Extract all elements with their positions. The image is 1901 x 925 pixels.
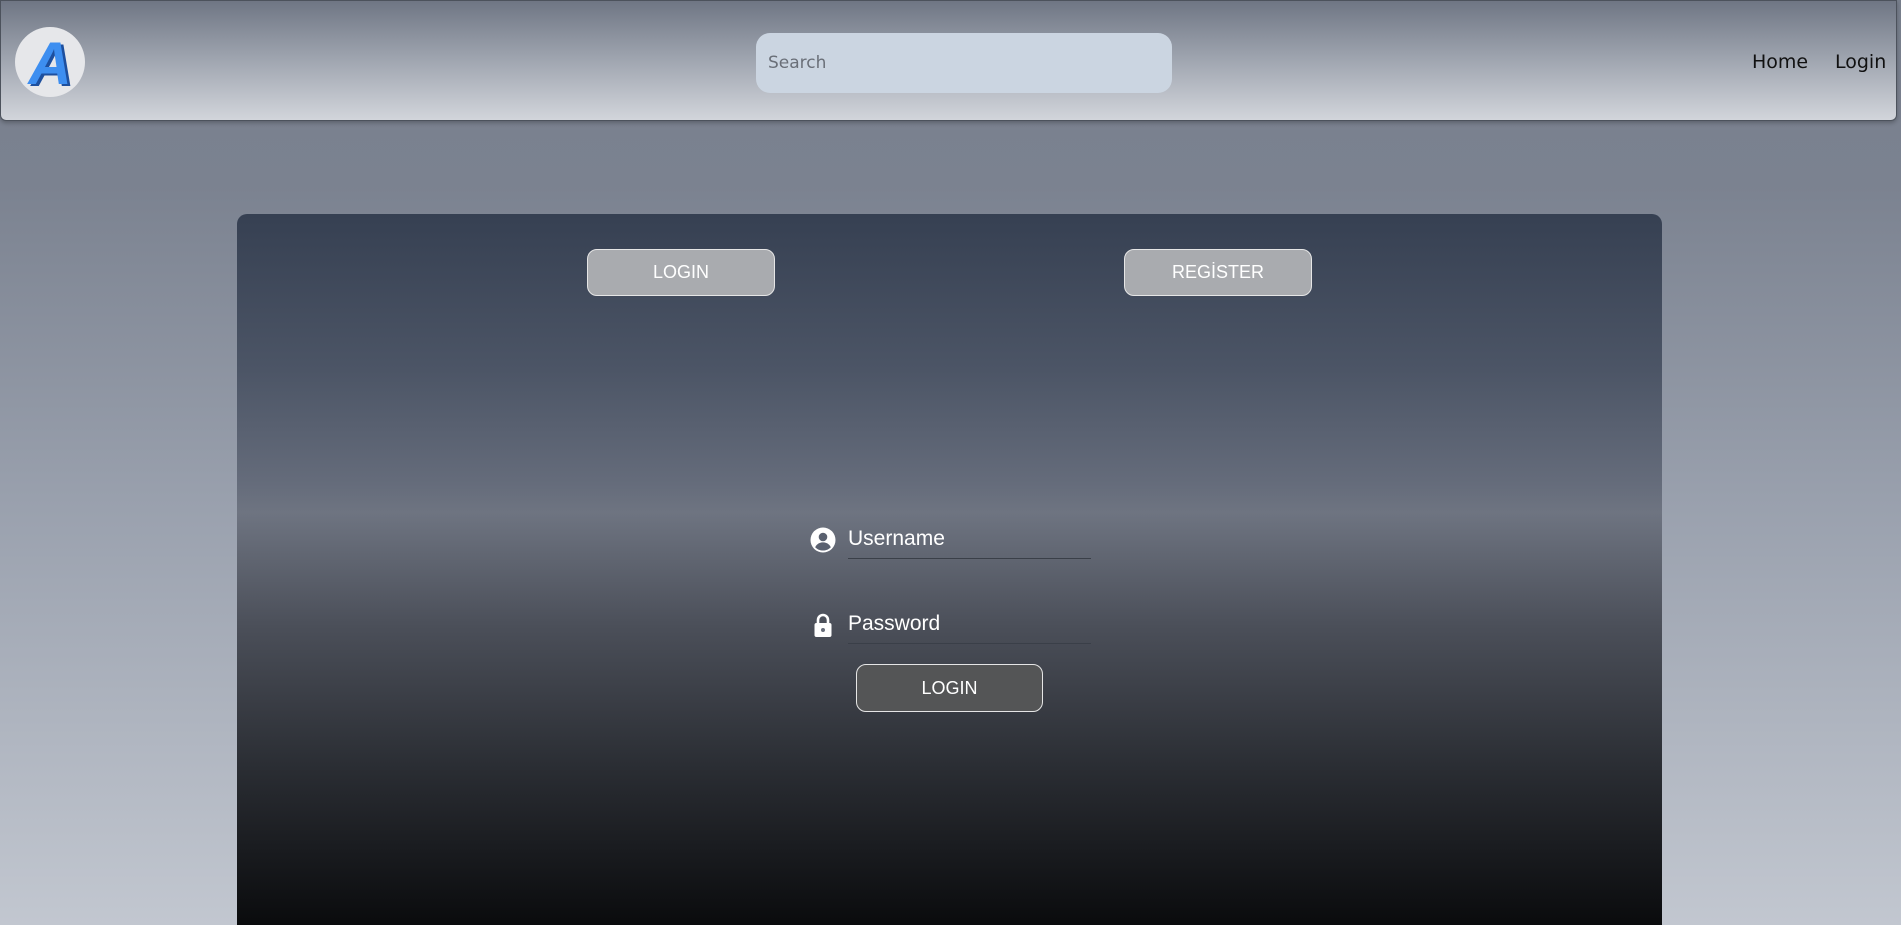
- nav-home-link[interactable]: Home: [1752, 51, 1808, 73]
- nav-login-link[interactable]: Login: [1835, 51, 1886, 73]
- top-navbar: A A Home Login: [0, 0, 1897, 121]
- username-input[interactable]: [848, 519, 1091, 559]
- login-submit-button[interactable]: LOGIN: [856, 664, 1043, 712]
- password-field: [810, 604, 1110, 644]
- lock-icon: [814, 613, 832, 637]
- auth-panel: LOGIN REGİSTER LOGIN: [237, 214, 1662, 925]
- username-field: [810, 519, 1110, 559]
- search-input[interactable]: [756, 33, 1172, 93]
- svg-text:A: A: [26, 30, 71, 97]
- password-input[interactable]: [848, 604, 1091, 644]
- user-circle-icon: [810, 527, 836, 553]
- register-tab-button[interactable]: REGİSTER: [1124, 249, 1312, 296]
- logo-letter-icon: A A: [26, 30, 74, 97]
- login-tab-button[interactable]: LOGIN: [587, 249, 775, 296]
- logo[interactable]: A A: [15, 27, 85, 97]
